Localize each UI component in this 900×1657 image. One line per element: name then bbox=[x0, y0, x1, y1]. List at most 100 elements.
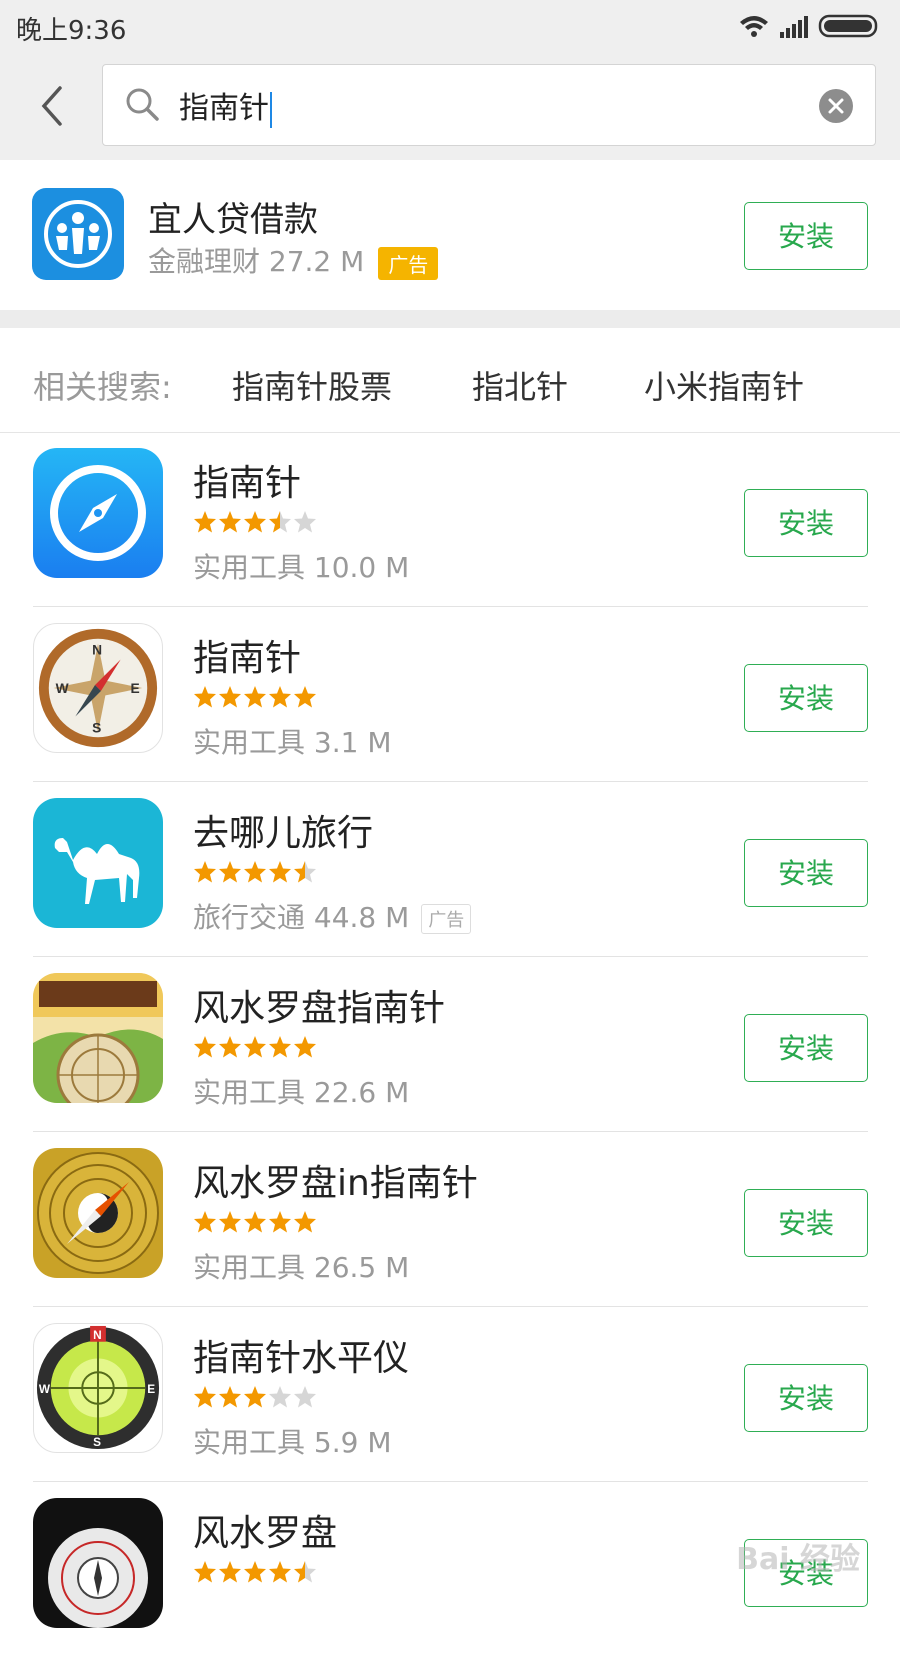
app-name: 风水罗盘 bbox=[193, 1513, 338, 1554]
ad-badge: 广告 bbox=[378, 246, 439, 280]
svg-text:S: S bbox=[93, 1435, 101, 1449]
install-button[interactable]: 安装 bbox=[744, 1014, 868, 1082]
app-meta: 实用工具 5.9 M bbox=[193, 1426, 392, 1459]
star-icon bbox=[244, 686, 266, 708]
app-name: 宜人贷借款 bbox=[148, 200, 318, 240]
app-list-item[interactable]: 指南针 实用工具 10.0 M 安装 bbox=[0, 432, 900, 607]
ad-badge: 广告 bbox=[421, 904, 472, 934]
star-icon bbox=[269, 686, 291, 708]
app-name: 去哪儿旅行 bbox=[193, 813, 374, 854]
app-name: 风水罗盘指南针 bbox=[193, 988, 446, 1029]
star-icon bbox=[219, 686, 241, 708]
status-bar: 晚上9:36 bbox=[0, 0, 900, 52]
related-keyword[interactable]: 指南针股票 bbox=[232, 362, 392, 408]
rating-stars bbox=[193, 510, 318, 534]
rating-stars bbox=[193, 1560, 318, 1584]
app-list-item[interactable]: N S W E 指南针 实用工具 3.1 M 安装 bbox=[0, 607, 900, 782]
star-icon bbox=[294, 861, 316, 883]
star-icon bbox=[269, 1211, 291, 1233]
rating-stars bbox=[193, 1385, 318, 1409]
star-icon bbox=[294, 686, 316, 708]
level-compass-icon: N S W E bbox=[33, 1323, 163, 1453]
star-icon bbox=[244, 1211, 266, 1233]
app-meta: 实用工具 22.6 M bbox=[193, 1076, 410, 1109]
star-icon bbox=[269, 1036, 291, 1058]
star-icon bbox=[194, 686, 216, 708]
star-icon bbox=[219, 1036, 241, 1058]
bagua-compass-icon bbox=[33, 1148, 163, 1278]
text-caret bbox=[270, 91, 272, 128]
star-icon bbox=[294, 1386, 316, 1408]
search-icon bbox=[126, 88, 159, 121]
star-icon bbox=[244, 1386, 266, 1408]
signal-icon bbox=[780, 16, 808, 38]
wifi-icon bbox=[740, 16, 768, 37]
app-list-item[interactable]: 风水罗盘指南针 实用工具 22.6 M 安装 bbox=[0, 957, 900, 1132]
star-icon bbox=[294, 511, 316, 533]
svg-text:W: W bbox=[39, 1382, 51, 1396]
star-icon bbox=[194, 1561, 216, 1583]
svg-text:N: N bbox=[93, 1328, 102, 1342]
star-icon bbox=[194, 1036, 216, 1058]
star-icon bbox=[294, 1036, 316, 1058]
back-button[interactable] bbox=[34, 82, 74, 130]
star-icon bbox=[219, 861, 241, 883]
app-list-item[interactable]: N S W E 指南针水平仪 实用工具 5.9 M 安装 bbox=[0, 1307, 900, 1482]
star-icon bbox=[194, 1211, 216, 1233]
compass-blue-icon bbox=[33, 448, 163, 578]
related-keyword[interactable]: 小米指南针 bbox=[644, 362, 804, 408]
battery-icon bbox=[818, 14, 878, 38]
app-meta: 旅行交通 44.8 M bbox=[193, 901, 410, 934]
app-list-item[interactable]: 风水罗盘in指南针 实用工具 26.5 M 安装 bbox=[0, 1132, 900, 1307]
app-meta: 实用工具 3.1 M bbox=[193, 726, 392, 759]
star-icon bbox=[269, 511, 291, 533]
search-input[interactable]: 指南针 bbox=[102, 64, 876, 146]
search-header: 指南针 bbox=[0, 52, 900, 161]
app-name: 风水罗盘in指南针 bbox=[193, 1163, 478, 1204]
star-icon bbox=[219, 1386, 241, 1408]
star-icon bbox=[194, 511, 216, 533]
star-icon bbox=[269, 861, 291, 883]
install-button[interactable]: 安装 bbox=[744, 202, 868, 270]
related-searches: 相关搜索: 指南针股票 指北针 小米指南针 bbox=[0, 328, 900, 433]
app-name: 指南针 bbox=[193, 463, 302, 504]
star-icon bbox=[219, 511, 241, 533]
section-divider bbox=[0, 310, 900, 328]
install-button[interactable]: 安装 bbox=[744, 1189, 868, 1257]
star-icon bbox=[219, 1211, 241, 1233]
clear-button[interactable] bbox=[819, 89, 853, 123]
star-icon bbox=[269, 1561, 291, 1583]
clear-icon bbox=[828, 98, 844, 114]
yirendai-icon bbox=[32, 188, 124, 280]
star-icon bbox=[194, 861, 216, 883]
app-name: 指南针水平仪 bbox=[193, 1338, 410, 1379]
fengshui-compass-icon bbox=[33, 973, 163, 1103]
app-meta-text: 金融理财 27.2 M bbox=[148, 245, 365, 278]
install-button[interactable]: 安装 bbox=[744, 1364, 868, 1432]
install-button[interactable]: 安装 bbox=[744, 664, 868, 732]
star-icon bbox=[269, 1386, 291, 1408]
star-icon bbox=[194, 1386, 216, 1408]
star-icon bbox=[244, 1561, 266, 1583]
star-icon bbox=[244, 1036, 266, 1058]
app-list-item[interactable]: 去哪儿旅行 旅行交通 44.8 M 广告 安装 bbox=[0, 782, 900, 957]
svg-text:E: E bbox=[130, 681, 139, 696]
rating-stars bbox=[193, 685, 318, 709]
star-icon bbox=[294, 1211, 316, 1233]
svg-text:E: E bbox=[147, 1382, 155, 1396]
related-keyword[interactable]: 指北针 bbox=[472, 362, 568, 408]
compass-classic-icon: N S W E bbox=[33, 623, 163, 753]
rating-stars bbox=[193, 1035, 318, 1059]
install-button[interactable]: 安装 bbox=[744, 489, 868, 557]
status-time: 晚上9:36 bbox=[16, 16, 127, 46]
star-icon bbox=[219, 1561, 241, 1583]
svg-text:S: S bbox=[92, 720, 101, 735]
star-icon bbox=[294, 1561, 316, 1583]
install-button[interactable]: 安装 bbox=[744, 839, 868, 907]
watermark: Bai 经验 bbox=[736, 1542, 860, 1577]
black-compass-icon bbox=[33, 1498, 163, 1628]
back-icon bbox=[41, 86, 62, 126]
star-icon bbox=[244, 861, 266, 883]
svg-text:W: W bbox=[56, 681, 69, 696]
ad-app-row[interactable]: 宜人贷借款 金融理财 27.2 M 广告 安装 bbox=[0, 160, 900, 310]
